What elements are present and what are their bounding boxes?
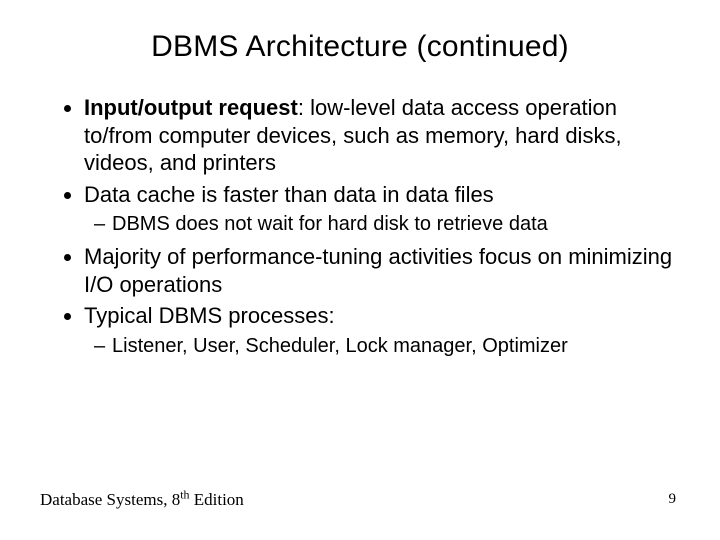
footer-book-prefix: Database Systems, 8 xyxy=(40,490,180,509)
footer-book: Database Systems, 8th Edition xyxy=(40,490,244,510)
slide: DBMS Architecture (continued) Input/outp… xyxy=(0,0,720,540)
footer-page-number: 9 xyxy=(669,491,677,508)
bullet-dbms-processes: Typical DBMS processes: xyxy=(84,302,680,330)
subbullet-dbms-wait: DBMS does not wait for hard disk to retr… xyxy=(112,212,680,237)
bullet-list: Input/output request: low-level data acc… xyxy=(40,94,680,359)
subbullet-process-list: Listener, User, Scheduler, Lock manager,… xyxy=(112,334,680,359)
bullet-io-request-term: Input/output request xyxy=(84,95,298,120)
bullet-perf-tuning: Majority of performance-tuning activitie… xyxy=(84,243,680,298)
slide-title: DBMS Architecture (continued) xyxy=(40,30,680,64)
bullet-data-cache: Data cache is faster than data in data f… xyxy=(84,181,680,209)
sublist-processes: Listener, User, Scheduler, Lock manager,… xyxy=(84,334,680,359)
bullet-io-request: Input/output request: low-level data acc… xyxy=(84,94,680,177)
footer-book-suffix: Edition xyxy=(189,490,243,509)
sublist-cache: DBMS does not wait for hard disk to retr… xyxy=(84,212,680,237)
